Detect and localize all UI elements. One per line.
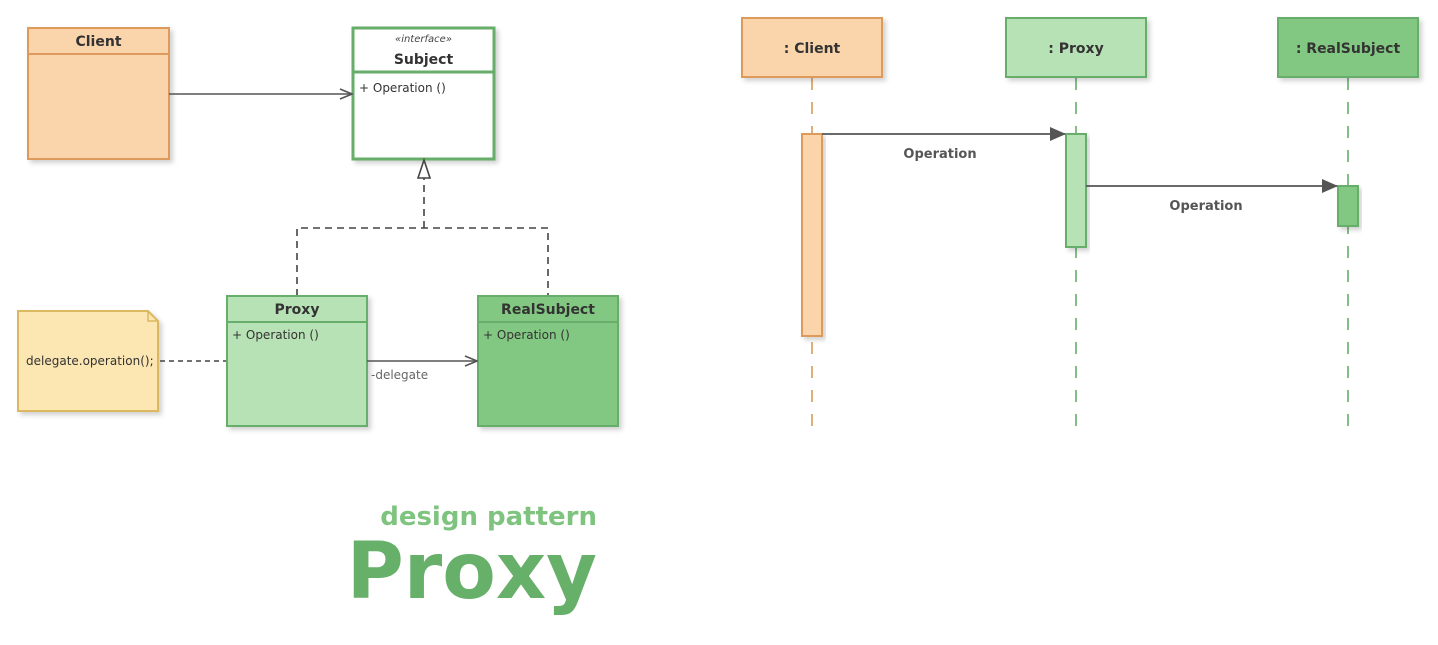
proxy-class-name: Proxy [275, 302, 320, 318]
proxy-class[interactable]: Proxy + Operation () [226, 295, 368, 427]
message-client-to-proxy-label: Operation [903, 147, 976, 162]
message-proxy-to-realsubject-label: Operation [1169, 199, 1242, 214]
realsubject-class-name: RealSubject [501, 302, 595, 318]
lifeline-realsubject-name: : RealSubject [1296, 41, 1401, 57]
subject-operation: + Operation () [359, 81, 446, 95]
subject-name: Subject [394, 52, 454, 68]
realization-connector [296, 157, 549, 296]
proxy-operation: + Operation () [232, 328, 319, 342]
client-activation-bar [801, 133, 823, 337]
realsubject-activation-bar [1337, 185, 1359, 227]
note[interactable]: delegate.operation(); [17, 310, 159, 412]
lifeline-proxy-name: : Proxy [1048, 41, 1103, 57]
client-class[interactable]: Client [27, 27, 170, 160]
realization-arrowhead-icon [416, 157, 432, 179]
delegate-role-label: -delegate [371, 368, 428, 382]
caption-title: Proxy [347, 527, 597, 617]
lifeline-head-realsubject[interactable]: : RealSubject [1277, 17, 1419, 78]
lifeline-client-name: : Client [784, 41, 841, 57]
client-class-name: Client [75, 34, 121, 50]
realsubject-operation: + Operation () [483, 328, 570, 342]
lifeline-head-client[interactable]: : Client [741, 17, 883, 78]
subject-interface[interactable]: «interface» Subject + Operation () [351, 26, 496, 161]
note-text: delegate.operation(); [26, 354, 154, 368]
lifeline-head-proxy[interactable]: : Proxy [1005, 17, 1147, 78]
proxy-activation-bar [1065, 133, 1087, 248]
subject-stereotype: «interface» [395, 34, 452, 45]
proxy-pattern-canvas: Client «interface» Subject + Operation (… [17, 17, 1419, 617]
realsubject-class[interactable]: RealSubject + Operation () [477, 295, 619, 427]
